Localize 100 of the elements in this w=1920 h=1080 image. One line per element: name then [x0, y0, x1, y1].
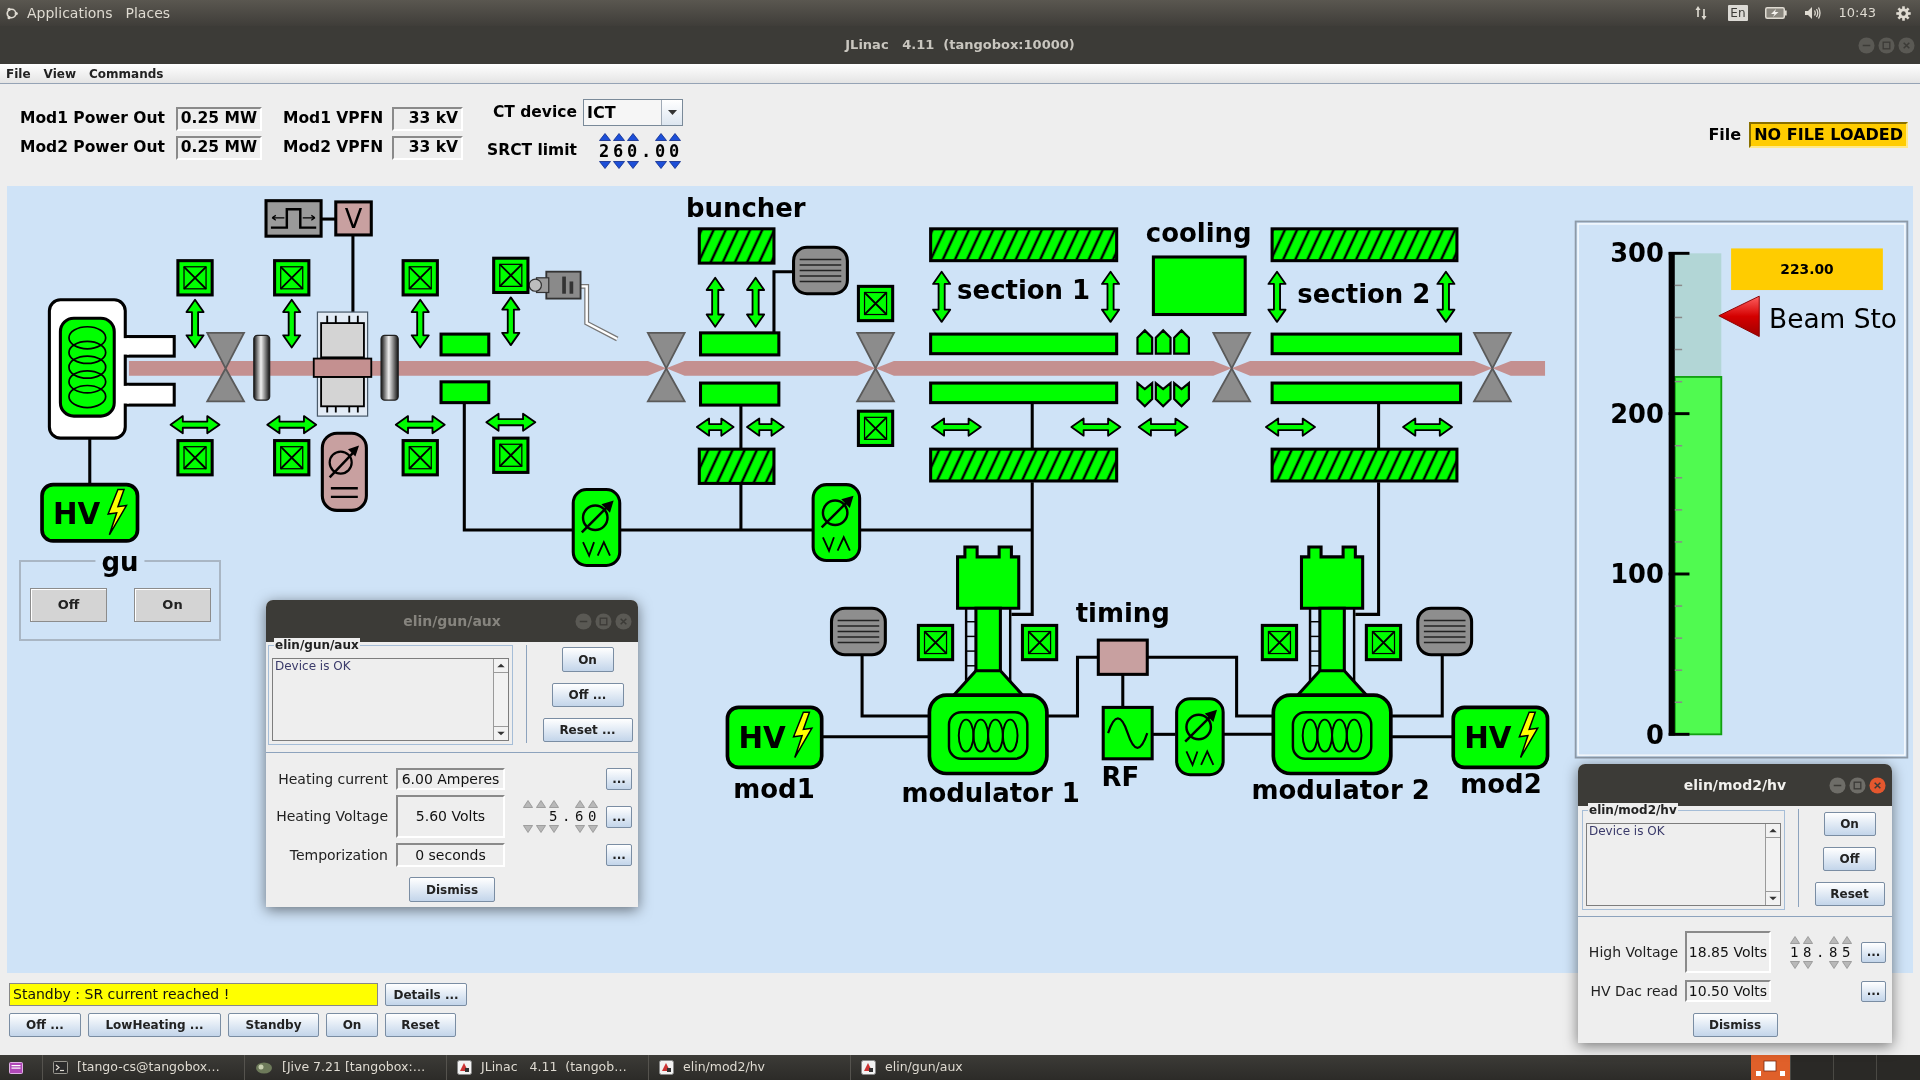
magnet-bar-icon[interactable]: [699, 381, 781, 407]
up-arrow-icon[interactable]: [655, 133, 667, 141]
beam-device-icon[interactable]: [312, 311, 373, 417]
dismiss-button[interactable]: Dismiss: [1692, 1013, 1778, 1037]
hatched-block-icon[interactable]: [697, 227, 776, 265]
hatched-block-icon[interactable]: [929, 447, 1119, 483]
electron-gun-icon[interactable]: [47, 298, 176, 440]
panel-menu[interactable]: Places: [125, 2, 171, 24]
magnet-bar-icon[interactable]: [439, 332, 491, 357]
crossed-square-icon[interactable]: [176, 259, 214, 297]
valve-icon[interactable]: [855, 331, 896, 403]
flange-icon[interactable]: [380, 334, 399, 401]
command-button[interactable]: On: [561, 647, 614, 672]
command-button[interactable]: Off ...: [9, 1013, 81, 1037]
spinner-value[interactable]: 18.85: [1790, 943, 1855, 961]
timing-unit-icon[interactable]: [1096, 638, 1149, 676]
menu-item[interactable]: Commands: [89, 64, 164, 83]
network-icon[interactable]: [1695, 5, 1708, 21]
command-button[interactable]: Off: [1823, 847, 1876, 871]
command-button[interactable]: Standby: [228, 1013, 319, 1037]
more-button[interactable]: ...: [1861, 980, 1886, 1002]
panel-menu[interactable]: Applications: [27, 2, 113, 24]
flange-icon[interactable]: [253, 334, 271, 401]
crossed-square-icon[interactable]: [1364, 623, 1403, 662]
pulse-icon[interactable]: [264, 199, 323, 238]
sine-wave-icon[interactable]: [1101, 705, 1154, 761]
crossed-square-icon[interactable]: [492, 256, 530, 294]
hatched-block-icon[interactable]: [1270, 447, 1459, 483]
coupler-icon[interactable]: [1136, 328, 1190, 355]
scrollbar[interactable]: [493, 659, 508, 740]
monitor-icon[interactable]: [1175, 697, 1225, 777]
hatched-block-icon[interactable]: [1270, 227, 1459, 263]
keyboard-layout-indicator[interactable]: En: [1728, 5, 1748, 21]
more-button[interactable]: ...: [1861, 941, 1886, 963]
scrollbar[interactable]: [1765, 824, 1780, 905]
down-arrow-icon[interactable]: [599, 161, 611, 169]
down-arrow-icon[interactable]: [627, 161, 639, 169]
monitor-icon[interactable]: [571, 488, 622, 567]
hv-supply-button[interactable]: HV: [1451, 705, 1550, 770]
command-button[interactable]: Off ...: [551, 683, 624, 707]
hatched-block-icon[interactable]: [929, 227, 1119, 263]
crossed-square-icon[interactable]: [401, 259, 439, 297]
up-arrow-icon[interactable]: [599, 133, 611, 141]
magnet-bar-icon[interactable]: [1270, 332, 1463, 356]
crossed-square-icon[interactable]: [916, 623, 955, 662]
command-button[interactable]: LowHeating ...: [88, 1013, 221, 1037]
details-button[interactable]: Details ...: [385, 983, 467, 1006]
volume-icon[interactable]: [1803, 6, 1821, 20]
down-arrow-icon[interactable]: [669, 161, 681, 169]
monitor-icon[interactable]: [811, 483, 862, 563]
command-button[interactable]: On: [1823, 812, 1876, 836]
taskbar-item[interactable]: elin/mod2/hv: [648, 1055, 850, 1080]
crossed-square-icon[interactable]: [1260, 623, 1299, 662]
gun-command-button[interactable]: On: [134, 588, 211, 622]
modulator-icon[interactable]: [927, 545, 1049, 776]
valve-icon[interactable]: [646, 331, 687, 403]
cooling-unit-icon[interactable]: [1151, 255, 1247, 317]
hv-supply-button[interactable]: HV: [725, 705, 824, 770]
up-arrow-icon[interactable]: [613, 133, 625, 141]
magnet-bar-icon[interactable]: [439, 380, 491, 405]
camera-icon[interactable]: [528, 270, 582, 300]
spinner-value[interactable]: 5.60: [549, 808, 601, 825]
command-button[interactable]: Reset ...: [542, 718, 633, 742]
workspace-icon[interactable]: [1751, 1055, 1790, 1080]
taskbar-item[interactable]: JLinac 4.11 (tangob…: [446, 1055, 648, 1080]
valve-icon[interactable]: [1211, 331, 1252, 403]
modulator-icon[interactable]: [1271, 545, 1393, 776]
more-button[interactable]: ...: [606, 805, 632, 828]
battery-icon[interactable]: [1764, 7, 1787, 19]
caret-down-icon[interactable]: [667, 110, 677, 115]
crossed-square-icon[interactable]: [856, 409, 895, 447]
crossed-square-icon[interactable]: [176, 439, 214, 477]
hatched-block-icon[interactable]: [697, 447, 776, 485]
menu-item[interactable]: View: [43, 64, 76, 83]
more-button[interactable]: ...: [606, 768, 632, 790]
coupler-icon[interactable]: [1136, 380, 1190, 408]
command-button[interactable]: Reset: [385, 1013, 456, 1037]
magnet-bar-icon[interactable]: [699, 331, 781, 357]
down-arrow-icon[interactable]: [613, 161, 625, 169]
crossed-square-icon[interactable]: [273, 259, 311, 297]
down-arrow-icon[interactable]: [655, 161, 667, 169]
striped-canister-icon[interactable]: [829, 606, 887, 657]
taskbar-item[interactable]: [tango-cs@tangobox…: [42, 1055, 244, 1080]
command-button[interactable]: On: [326, 1013, 378, 1037]
clock[interactable]: 10:43: [1838, 3, 1876, 23]
striped-canister-icon[interactable]: [1416, 606, 1474, 657]
taskbar-item[interactable]: elin/gun/aux: [850, 1055, 1052, 1080]
workspace-switcher[interactable]: [1751, 1055, 1920, 1080]
up-arrow-icon[interactable]: [669, 133, 681, 141]
logo-icon[interactable]: [5, 6, 18, 20]
crossed-square-icon[interactable]: [1020, 623, 1059, 662]
striped-canister-icon[interactable]: [792, 245, 849, 296]
crossed-square-icon[interactable]: [856, 284, 895, 323]
spinner-value[interactable]: 260.00: [599, 141, 683, 161]
magnet-bar-icon[interactable]: [929, 332, 1119, 356]
settings-icon[interactable]: [1896, 5, 1911, 21]
ct-device-dropdown[interactable]: ICT: [583, 99, 683, 126]
crossed-square-icon[interactable]: [273, 439, 311, 477]
command-button[interactable]: Reset: [1814, 882, 1885, 906]
gauge-dial-icon[interactable]: [320, 431, 368, 512]
